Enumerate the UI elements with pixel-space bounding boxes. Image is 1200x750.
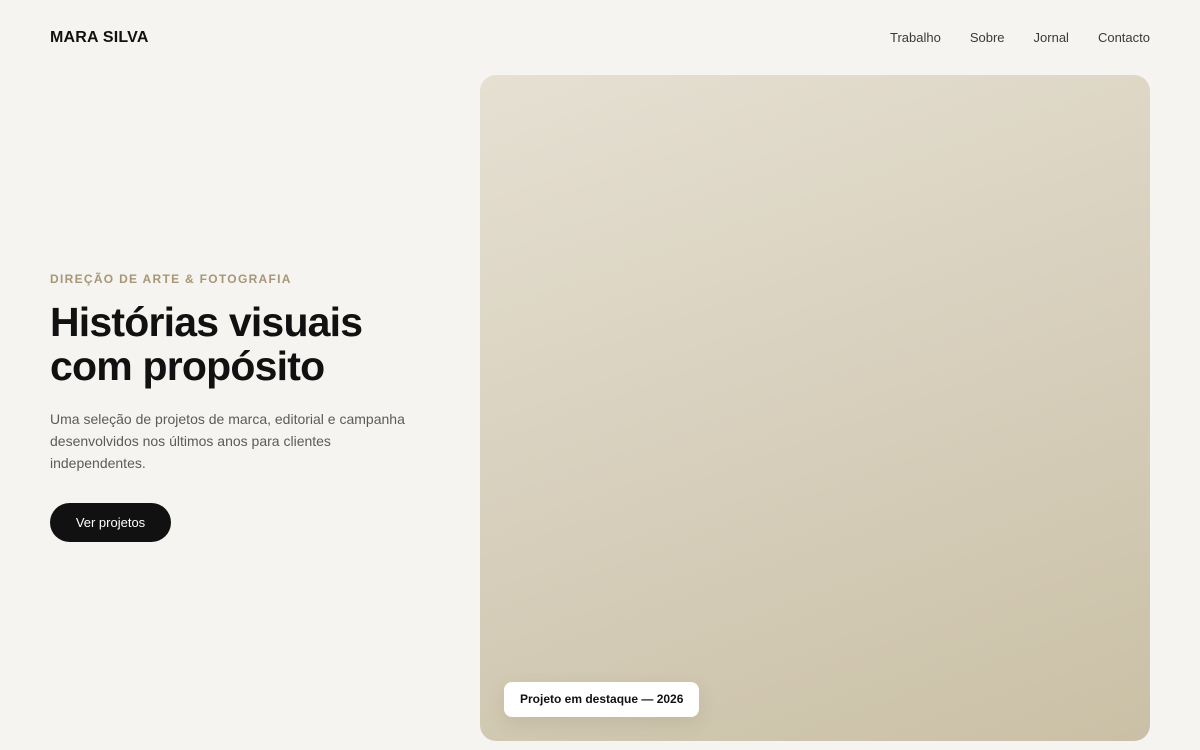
hero-section: DIREÇÃO DE ARTE & FOTOGRAFIA Histórias v…	[50, 272, 430, 542]
hero-headline: Histórias visuais com propósito	[50, 300, 430, 388]
hero-headline-line-1: Histórias visuais	[50, 299, 363, 345]
view-projects-button[interactable]: Ver projetos	[50, 503, 171, 542]
page: MARA SILVA Trabalho Sobre Jornal Contact…	[0, 0, 1200, 750]
hero-headline-line-2: com propósito	[50, 343, 325, 389]
featured-project-card[interactable]: Projeto em destaque — 2026	[480, 75, 1150, 741]
nav-item-jornal[interactable]: Jornal	[1034, 30, 1069, 45]
nav-item-contacto[interactable]: Contacto	[1098, 30, 1150, 45]
nav-item-sobre[interactable]: Sobre	[970, 30, 1005, 45]
hero-eyebrow: DIREÇÃO DE ARTE & FOTOGRAFIA	[50, 272, 292, 286]
brand-logo[interactable]: MARA SILVA	[50, 29, 149, 47]
nav-item-trabalho[interactable]: Trabalho	[890, 30, 941, 45]
featured-project-badge: Projeto em destaque — 2026	[504, 682, 700, 717]
hero-description: Uma seleção de projetos de marca, editor…	[50, 411, 405, 471]
main-nav: Trabalho Sobre Jornal Contacto	[890, 30, 1150, 45]
